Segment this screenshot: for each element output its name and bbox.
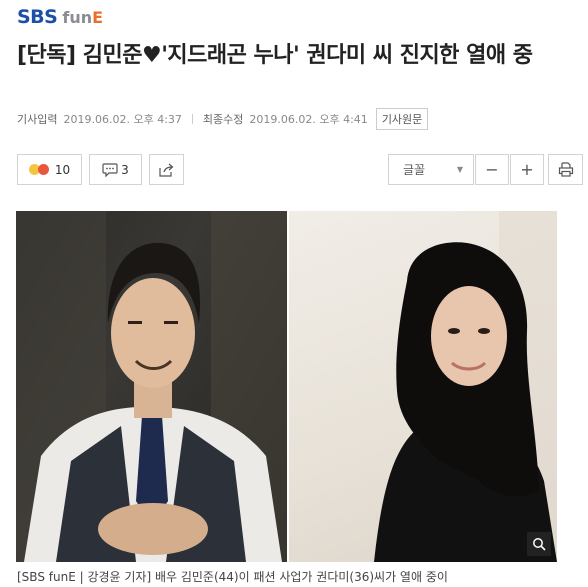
font-select-label: 글꼴: [403, 163, 426, 177]
man-illustration: [16, 211, 287, 562]
comment-count: 3: [121, 162, 129, 177]
input-time: 2019.06.02. 오후 4:37: [63, 113, 182, 126]
logo-sbs-text: SBS: [17, 6, 58, 28]
comment-button[interactable]: 3: [89, 154, 142, 185]
article-photo[interactable]: [16, 211, 557, 562]
zoom-button[interactable]: [527, 532, 551, 556]
chevron-down-icon: ▼: [456, 165, 463, 174]
woman-illustration: [374, 211, 557, 562]
modified-time: 2019.06.02. 오후 4:41: [249, 113, 368, 126]
logo-fun-text: funE: [62, 8, 104, 27]
print-button[interactable]: [548, 154, 583, 185]
font-decrease-button[interactable]: −: [475, 154, 509, 185]
plus-icon: +: [520, 160, 534, 179]
site-logo[interactable]: SBS funE: [17, 6, 103, 28]
reaction-button[interactable]: 10: [17, 154, 82, 185]
font-increase-button[interactable]: +: [510, 154, 544, 185]
font-select[interactable]: 글꼴 ▼: [388, 154, 474, 185]
reaction-count: 10: [54, 162, 71, 177]
article-title: [단독] 김민준♥'지드래곤 누나' 권다미 씨 진지한 열애 중: [17, 43, 533, 68]
input-label: 기사입력: [17, 113, 58, 126]
print-icon: [558, 162, 573, 177]
photo-man: [16, 211, 287, 562]
minus-icon: −: [485, 160, 499, 179]
angry-emoji-icon: [37, 164, 49, 175]
meta-divider: [191, 114, 193, 124]
modified-label: 최종수정: [202, 113, 244, 126]
share-icon: [158, 163, 173, 177]
article-body-first-line: [SBS funE | 강경윤 기자] 배우 김민준(44)이 패션 사업가 권…: [17, 570, 448, 584]
search-icon: [533, 538, 546, 551]
share-button[interactable]: [149, 154, 184, 185]
photo-woman: [289, 211, 557, 562]
original-article-button[interactable]: 기사원문: [375, 108, 429, 130]
article-toolbar: 10 3 글꼴 ▼ − +: [17, 154, 583, 187]
comment-icon: [102, 162, 118, 177]
article-meta: 기사입력 2019.06.02. 오후 4:37 최종수정 2019.06.02…: [17, 108, 429, 130]
